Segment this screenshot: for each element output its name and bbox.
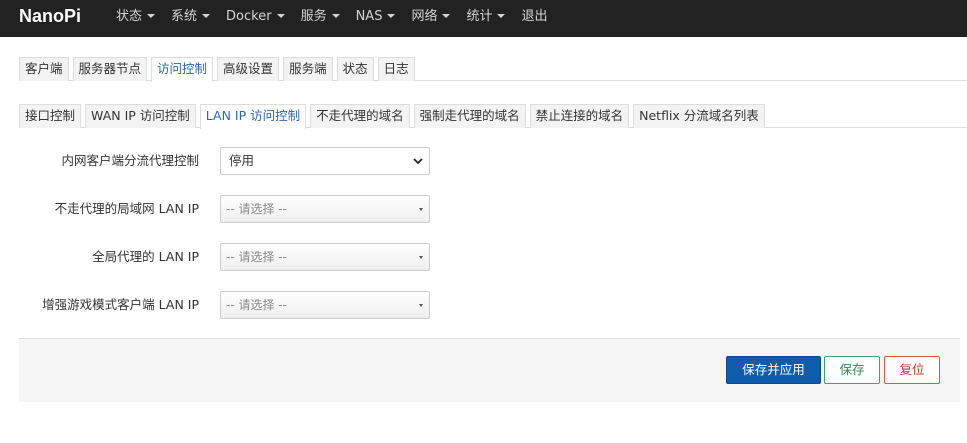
proxy-control-label: 内网客户端分流代理控制 bbox=[61, 153, 199, 168]
proxy-control-select[interactable]: 停用 bbox=[220, 147, 430, 175]
menu-docker-label: Docker bbox=[226, 9, 272, 24]
menu-services[interactable]: 服务 bbox=[293, 0, 348, 37]
row-game-lan-ip: 增强游戏模式客户端 LAN IP -- 请选择 -- bbox=[0, 291, 967, 319]
bypass-lan-ip-select[interactable]: -- 请选择 -- bbox=[220, 195, 430, 223]
tab-wan-ip-access[interactable]: WAN IP 访问控制 bbox=[85, 104, 196, 128]
tab-blocked-domains[interactable]: 禁止连接的域名 bbox=[529, 104, 630, 128]
save-apply-button[interactable]: 保存并应用 bbox=[726, 356, 821, 384]
top-navbar: NanoPi 状态 系统 Docker 服务 NAS 网络 统计 退出 bbox=[0, 0, 967, 37]
menu-network-label: 网络 bbox=[411, 9, 438, 24]
tab-netflix-domains[interactable]: Netflix 分流域名列表 bbox=[633, 104, 765, 128]
main-tabs: 客户端 服务器节点 访问控制 高级设置 服务端 状态 日志 bbox=[19, 57, 419, 82]
game-lan-ip-placeholder: -- 请选择 -- bbox=[226, 298, 287, 312]
tab-server-nodes[interactable]: 服务器节点 bbox=[72, 57, 148, 81]
tab-forced-proxy-domains[interactable]: 强制走代理的域名 bbox=[413, 104, 526, 128]
save-button[interactable]: 保存 bbox=[824, 356, 880, 384]
dropdown-arrow-icon bbox=[419, 256, 423, 259]
tab-log[interactable]: 日志 bbox=[377, 57, 415, 81]
menu-network[interactable]: 网络 bbox=[403, 0, 458, 37]
dropdown-arrow-icon bbox=[419, 304, 423, 307]
caret-down-icon bbox=[497, 13, 506, 18]
reset-button[interactable]: 复位 bbox=[884, 356, 940, 384]
tab-server[interactable]: 服务端 bbox=[283, 57, 333, 81]
caret-down-icon bbox=[202, 13, 211, 18]
proxy-control-value: 停用 bbox=[229, 153, 255, 168]
brand-logo[interactable]: NanoPi bbox=[19, 6, 81, 27]
caret-down-icon bbox=[387, 13, 396, 18]
tab-interface-control[interactable]: 接口控制 bbox=[19, 104, 82, 128]
global-lan-ip-label: 全局代理的 LAN IP bbox=[92, 249, 199, 264]
caret-down-icon bbox=[276, 13, 285, 18]
row-bypass-lan-ip: 不走代理的局域网 LAN IP -- 请选择 -- bbox=[0, 195, 967, 223]
menu-system-label: 系统 bbox=[171, 9, 198, 24]
menu-system[interactable]: 系统 bbox=[163, 0, 218, 37]
global-lan-ip-placeholder: -- 请选择 -- bbox=[226, 250, 287, 264]
game-lan-ip-select[interactable]: -- 请选择 -- bbox=[220, 291, 430, 319]
global-lan-ip-select[interactable]: -- 请选择 -- bbox=[220, 243, 430, 271]
menu-logout-label: 退出 bbox=[521, 9, 548, 24]
menu-status[interactable]: 状态 bbox=[108, 0, 163, 37]
menu-statistics-label: 统计 bbox=[466, 9, 493, 24]
tab-access-control[interactable]: 访问控制 bbox=[151, 57, 214, 82]
sub-tabs: 接口控制 WAN IP 访问控制 LAN IP 访问控制 不走代理的域名 强制走… bbox=[19, 104, 769, 129]
tab-client[interactable]: 客户端 bbox=[19, 57, 69, 81]
chevron-down-icon bbox=[413, 158, 423, 165]
main-menu: 状态 系统 Docker 服务 NAS 网络 统计 退出 bbox=[108, 0, 556, 37]
caret-down-icon bbox=[331, 13, 340, 18]
tab-status[interactable]: 状态 bbox=[336, 57, 374, 81]
menu-status-label: 状态 bbox=[116, 9, 143, 24]
tab-bypass-domains[interactable]: 不走代理的域名 bbox=[310, 104, 410, 128]
menu-docker[interactable]: Docker bbox=[218, 0, 293, 37]
bypass-lan-ip-placeholder: -- 请选择 -- bbox=[226, 202, 287, 216]
game-lan-ip-label: 增强游戏模式客户端 LAN IP bbox=[42, 297, 199, 312]
bypass-lan-ip-label: 不走代理的局域网 LAN IP bbox=[54, 201, 199, 216]
dropdown-arrow-icon bbox=[419, 208, 423, 211]
menu-services-label: 服务 bbox=[300, 9, 327, 24]
menu-nas-label: NAS bbox=[355, 9, 383, 24]
row-global-lan-ip: 全局代理的 LAN IP -- 请选择 -- bbox=[0, 243, 967, 271]
menu-statistics[interactable]: 统计 bbox=[458, 0, 513, 37]
menu-logout[interactable]: 退出 bbox=[513, 0, 555, 37]
row-proxy-control: 内网客户端分流代理控制 停用 bbox=[0, 147, 967, 175]
tab-advanced-settings[interactable]: 高级设置 bbox=[217, 57, 280, 81]
menu-nas[interactable]: NAS bbox=[348, 0, 404, 37]
form-actions: 保存并应用 保存 复位 bbox=[19, 338, 960, 402]
tab-lan-ip-access[interactable]: LAN IP 访问控制 bbox=[199, 104, 307, 129]
caret-down-icon bbox=[147, 13, 156, 18]
caret-down-icon bbox=[442, 13, 451, 18]
